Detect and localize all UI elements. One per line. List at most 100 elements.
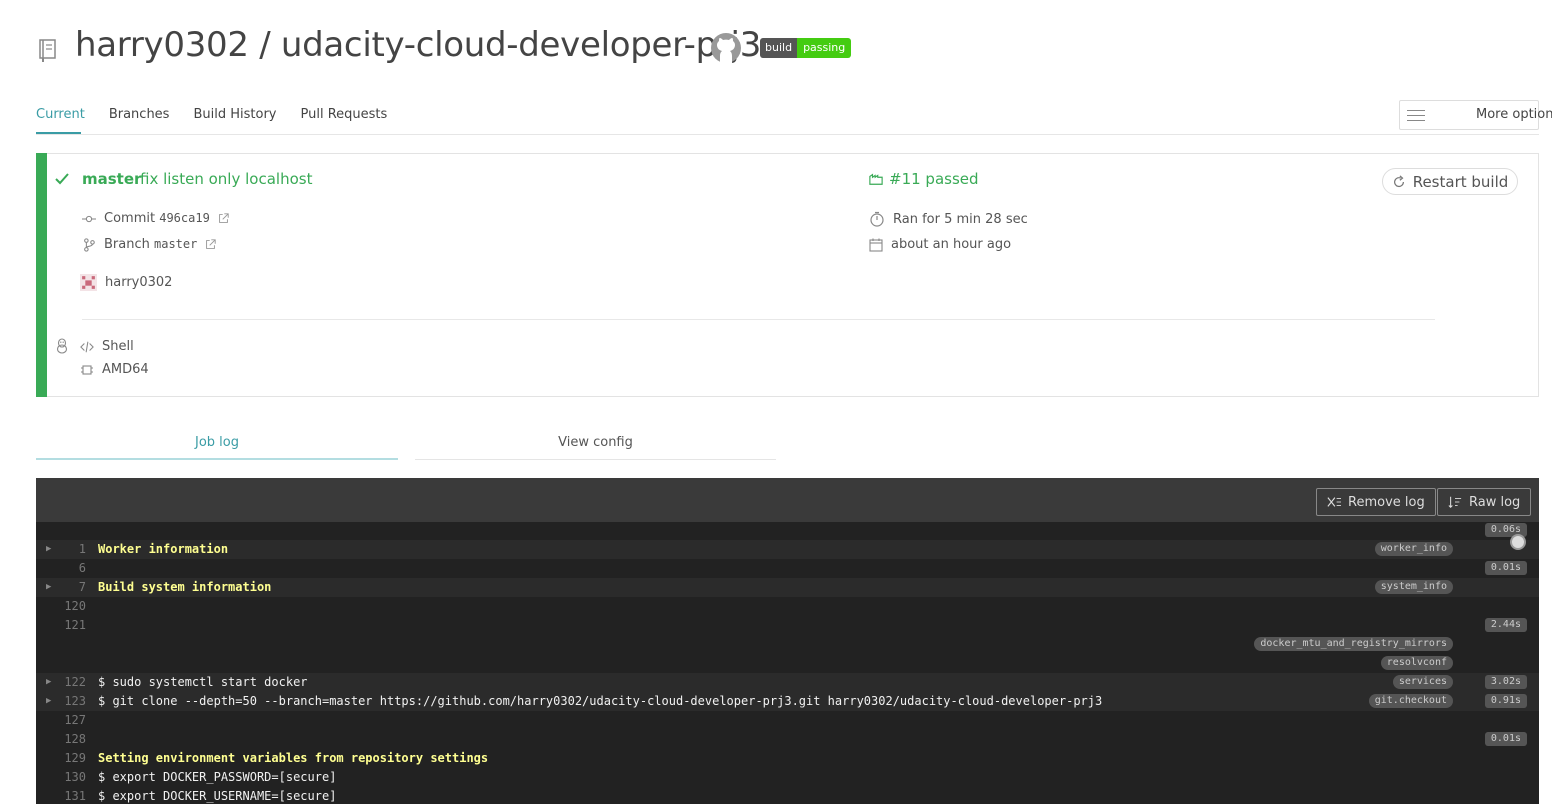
line-number[interactable]: 128 <box>50 730 86 749</box>
commit-label: Commit <box>104 211 156 226</box>
job-log-viewer[interactable]: Remove log Raw log 0.06s ▶ 1 Worker informa… <box>36 478 1539 804</box>
log-row: 131 $ export DOCKER_USERNAME=[secure] <box>36 787 1539 804</box>
hamburger-icon <box>1400 109 1432 121</box>
tab-view-config[interactable]: View config <box>415 435 776 450</box>
commit-message: fix listen only localhost <box>140 170 313 188</box>
log-fold-row[interactable]: ▶ 123 $ git clone --depth=50 --branch=mast… <box>36 692 1539 711</box>
branch-icon <box>84 237 95 252</box>
avatar <box>80 274 97 291</box>
log-row: resolvconf <box>36 654 1539 673</box>
author-name[interactable]: harry0302 <box>105 275 172 290</box>
line-number[interactable]: 122 <box>50 673 86 692</box>
more-options-label: More options <box>1462 101 1552 129</box>
fold-tag: services <box>1392 675 1453 689</box>
log-fold-row[interactable]: ▶ 7 Build system information system_info <box>36 578 1539 597</box>
log-text: $ git clone --depth=50 --branch=master h… <box>98 694 1103 708</box>
linux-icon <box>56 338 68 354</box>
tab-build-history[interactable]: Build History <box>193 107 276 132</box>
raw-log-icon <box>1448 496 1462 508</box>
line-number[interactable]: 121 <box>50 616 86 635</box>
log-text: $ export DOCKER_PASSWORD=[secure] <box>98 770 337 784</box>
calendar-icon <box>869 238 883 252</box>
log-fold-row[interactable]: ▶ 1 Worker information worker_info <box>36 540 1539 559</box>
build-branch[interactable]: master <box>82 170 141 188</box>
github-icon[interactable] <box>710 32 742 64</box>
build-status-text: #11 passed <box>889 170 979 188</box>
branch-row: Branch master <box>82 237 217 252</box>
fold-tag: system_info <box>1374 580 1453 594</box>
author-row: harry0302 <box>80 274 172 291</box>
line-number[interactable]: 1 <box>50 540 86 559</box>
restart-build-button[interactable]: Restart build <box>1382 168 1518 195</box>
build-status-bar <box>36 153 47 397</box>
duration-badge: 0.91s <box>1484 694 1527 708</box>
build-number-status[interactable]: #11 passed <box>869 170 979 188</box>
log-row: 0.06s <box>36 521 1539 540</box>
repo-tabs: Current Branches Build History Pull Requ… <box>36 107 411 132</box>
repository-title[interactable]: harry0302 / udacity-cloud-developer-prj3 <box>75 25 761 65</box>
duration-row: Ran for 5 min 28 sec <box>869 211 1028 227</box>
line-number[interactable]: 6 <box>50 559 86 578</box>
log-text: Worker information <box>98 542 229 556</box>
line-number[interactable]: 129 <box>50 749 86 768</box>
restart-build-label: Restart build <box>1412 172 1509 191</box>
log-scroll-handle[interactable] <box>1510 534 1526 550</box>
log-row: 128 0.01s <box>36 730 1539 749</box>
build-icon <box>869 173 883 185</box>
build-status-badge[interactable]: build passing <box>760 38 852 58</box>
restart-icon <box>1393 174 1404 187</box>
raw-log-button[interactable]: Raw log <box>1437 488 1532 516</box>
repository-icon <box>39 39 56 62</box>
log-row: 127 <box>36 711 1539 730</box>
fold-tag: worker_info <box>1374 542 1453 556</box>
cpu-icon <box>81 364 93 375</box>
branch-value: master <box>154 237 198 251</box>
job-log-underline <box>36 458 398 460</box>
line-number[interactable]: 130 <box>50 768 86 787</box>
line-number[interactable]: 127 <box>50 711 86 730</box>
log-text: Setting environment variables from repos… <box>98 751 489 765</box>
log-text: $ sudo systemctl start docker <box>98 675 308 689</box>
commit-icon <box>82 215 96 222</box>
branch-link[interactable]: Branch master <box>104 237 197 252</box>
card-divider <box>82 319 1435 320</box>
language-row: Shell <box>80 339 134 354</box>
tab-pull-requests[interactable]: Pull Requests <box>300 107 387 132</box>
language-text: Shell <box>102 339 134 354</box>
badge-label: build <box>760 38 798 58</box>
line-number[interactable]: 123 <box>50 692 86 711</box>
duration-badge: 0.01s <box>1484 732 1527 746</box>
duration-text: Ran for 5 min 28 sec <box>893 211 1028 227</box>
log-row: 129 Setting environment variables from re… <box>36 749 1539 768</box>
tabs-divider <box>36 134 1539 135</box>
log-row: 6 0.01s <box>36 559 1539 578</box>
remove-log-icon <box>1327 497 1341 507</box>
view-config-underline <box>415 459 776 460</box>
commit-row: Commit 496ca19 <box>82 211 229 226</box>
duration-badge: 0.01s <box>1484 561 1527 575</box>
external-link-icon[interactable] <box>218 213 229 224</box>
log-toolbar: Remove log Raw log <box>36 478 1539 522</box>
log-fold-row[interactable]: ▶ 122 $ sudo systemctl start docker service… <box>36 673 1539 692</box>
fold-tag: git.checkout <box>1368 694 1453 708</box>
branch-label: Branch <box>104 237 150 252</box>
duration-badge: 3.02s <box>1484 675 1527 689</box>
line-number[interactable]: 120 <box>50 597 86 616</box>
commit-link[interactable]: Commit 496ca19 <box>104 211 210 226</box>
external-link-icon[interactable] <box>205 239 217 250</box>
code-icon <box>80 341 94 352</box>
log-text: Build system information <box>98 580 272 594</box>
line-number[interactable]: 7 <box>50 578 86 597</box>
finished-text: about an hour ago <box>891 237 1012 252</box>
more-options-button[interactable]: More options <box>1399 100 1552 130</box>
arch-row: AMD64 <box>80 362 149 377</box>
log-row: 130 $ export DOCKER_PASSWORD=[secure] <box>36 768 1539 787</box>
log-row: 121 2.44s <box>36 616 1539 635</box>
log-row: 120 <box>36 597 1539 616</box>
raw-log-label: Raw log <box>1469 494 1521 510</box>
remove-log-button[interactable]: Remove log <box>1316 488 1436 516</box>
tab-branches[interactable]: Branches <box>109 107 170 132</box>
tab-job-log[interactable]: Job log <box>36 435 398 450</box>
tab-current[interactable]: Current <box>36 107 85 132</box>
line-number[interactable]: 131 <box>50 787 86 804</box>
